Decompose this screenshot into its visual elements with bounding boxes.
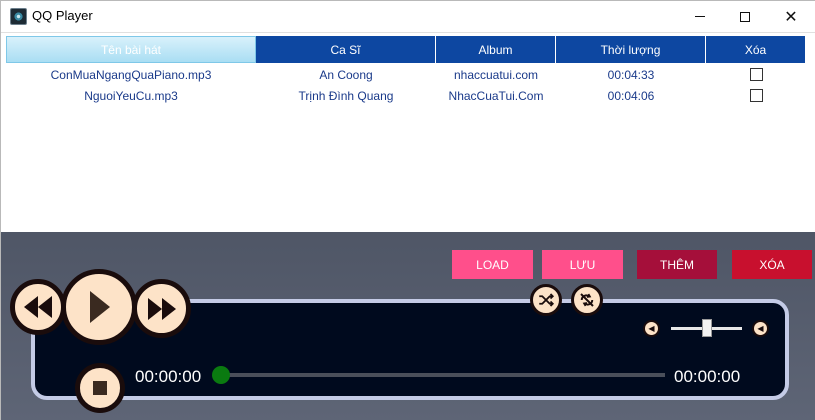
repeat-button[interactable]	[571, 284, 603, 316]
minimize-button[interactable]	[677, 1, 723, 32]
fast-forward-button[interactable]	[132, 279, 191, 338]
maximize-icon	[740, 11, 750, 22]
cell-delete	[706, 85, 806, 106]
delete-checkbox[interactable]	[749, 68, 763, 81]
save-button[interactable]: LƯU	[542, 250, 623, 279]
table-row[interactable]: ConMuaNgangQuaPiano.mp3 An Coong nhaccua…	[6, 64, 806, 85]
control-panel: LOAD LƯU THÊM XÓA 00:00:00 00:00:00 ◀ ◀	[1, 232, 815, 420]
volume-thumb[interactable]	[701, 319, 712, 337]
load-button[interactable]: LOAD	[452, 250, 533, 279]
column-header-artist[interactable]: Ca Sĩ	[256, 36, 436, 63]
close-icon: ✕	[784, 7, 798, 26]
delete-button[interactable]: XÓA	[732, 250, 812, 279]
cell-duration: 00:04:33	[607, 67, 655, 82]
table-body: ConMuaNgangQuaPiano.mp3 An Coong nhaccua…	[6, 64, 806, 106]
cell-artist: An Coong	[319, 67, 373, 82]
add-button[interactable]: THÊM	[637, 250, 717, 279]
table-row[interactable]: NguoiYeuCu.mp3 Trịnh Đình Quang NhacCuaT…	[6, 85, 806, 106]
volume-high-icon[interactable]: ◀	[752, 320, 769, 337]
cell-title: ConMuaNgangQuaPiano.mp3	[50, 67, 212, 82]
close-button[interactable]: ✕	[768, 1, 814, 32]
stop-icon	[93, 381, 107, 395]
volume-low-icon[interactable]: ◀	[643, 320, 660, 337]
shuffle-button[interactable]	[530, 284, 562, 316]
column-header-title[interactable]: Tên bài hát	[6, 36, 256, 63]
stop-button[interactable]	[75, 363, 125, 413]
total-time: 00:00:00	[674, 367, 741, 386]
app-logo-icon	[10, 8, 27, 25]
play-icon	[90, 291, 110, 323]
cell-title: NguoiYeuCu.mp3	[84, 88, 178, 103]
playlist-table: Tên bài hát Ca Sĩ Album Thời lượng Xóa C…	[1, 32, 815, 232]
repeat-off-icon	[580, 293, 594, 307]
cell-delete	[706, 64, 806, 85]
table-header: Tên bài hát Ca Sĩ Album Thời lượng Xóa	[6, 36, 806, 63]
rewind-button[interactable]	[10, 279, 66, 335]
rewind-icon	[24, 296, 52, 318]
column-header-album[interactable]: Album	[436, 36, 556, 63]
app-window: QQ Player ✕ Tên bài hát Ca Sĩ Album Thời…	[0, 0, 815, 420]
cell-album: nhaccuatui.com	[453, 67, 539, 82]
minimize-icon	[695, 16, 705, 17]
shuffle-icon	[539, 293, 555, 307]
play-button[interactable]	[61, 269, 137, 345]
current-time: 00:00:00	[135, 367, 202, 386]
column-header-delete[interactable]: Xóa	[706, 36, 806, 63]
title-bar: QQ Player ✕	[1, 1, 815, 32]
seek-bar[interactable]	[219, 373, 665, 377]
seek-thumb[interactable]	[212, 366, 230, 384]
column-header-duration[interactable]: Thời lượng	[556, 36, 706, 63]
window-title: QQ Player	[32, 8, 93, 23]
cell-duration: 00:04:06	[607, 88, 655, 103]
cell-artist: Trịnh Đình Quang	[298, 88, 394, 103]
delete-checkbox[interactable]	[749, 89, 763, 102]
maximize-button[interactable]	[722, 1, 768, 32]
fast-forward-icon	[147, 297, 176, 320]
cell-album: NhacCuaTui.Com	[448, 88, 544, 103]
